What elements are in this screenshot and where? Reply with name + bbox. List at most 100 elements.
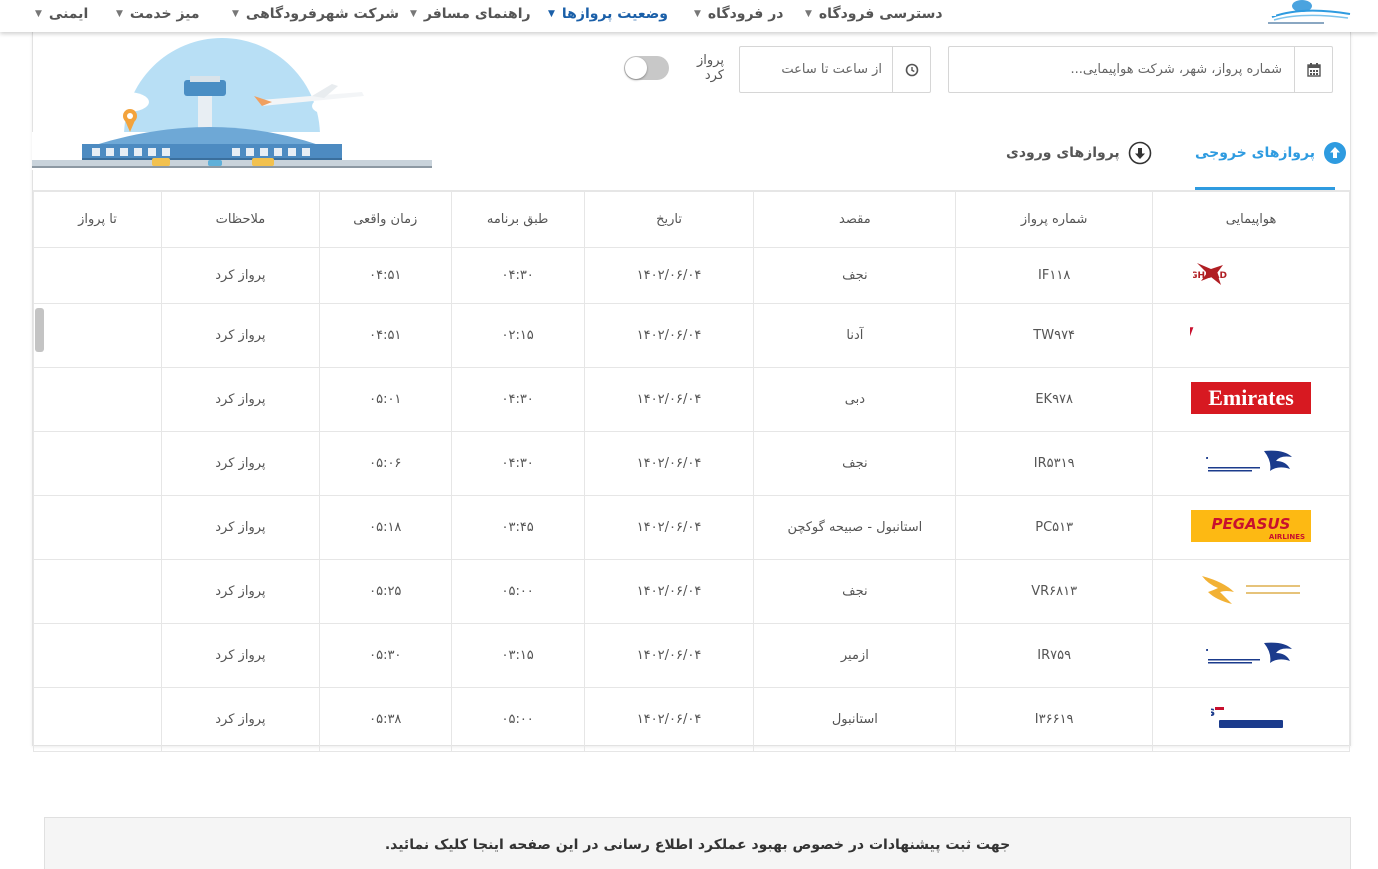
tab-departures[interactable]: پروازهای خروجی <box>1195 138 1347 168</box>
table-row[interactable]: VR۶۸۱۳ نجف ۱۴۰۲/۰۶/۰۴ ۰۵:۰۰ ۰۵:۲۵ پرواز … <box>33 559 1350 624</box>
time-range-input[interactable] <box>742 47 890 92</box>
ata-airlines-logo-icon: ATAirlines <box>1142 705 1284 728</box>
scheduled-time: ۰۴:۳۰ <box>450 431 585 496</box>
toggle-knob <box>625 57 647 79</box>
flight-search-box <box>948 46 1333 93</box>
nav-service-desk[interactable]: میز خدمت ▼ <box>116 2 200 26</box>
table-header-row: هواپیمایی شماره پرواز مقصد تاریخ طبق برن… <box>33 191 1350 248</box>
table-scrollbar-thumb[interactable] <box>35 308 44 352</box>
flight-number: I۳۶۶۱۹ <box>955 687 1154 752</box>
airline-logo-cell: IranAir <box>1152 431 1350 496</box>
actual-time: ۰۴:۵۱ <box>318 303 452 368</box>
nav-label: شرکت شهرفرودگاهی <box>245 6 399 22</box>
ikia-logo[interactable] <box>1262 0 1352 30</box>
header-actual: زمان واقعی <box>318 191 452 248</box>
flight-number: PC۵۱۳ <box>955 495 1154 560</box>
svg-text:AIRLINES: AIRLINES <box>1269 533 1305 541</box>
status: پرواز کرد <box>160 559 320 624</box>
flight-number: EK۹۷۸ <box>955 367 1154 432</box>
nav-airport-access[interactable]: دسترسی فرودگاه ▼ <box>805 2 943 26</box>
iranair-logo-icon: IranAir <box>1162 450 1293 471</box>
destination: ازمیر <box>753 623 957 688</box>
airline-logo-cell: PEGASUS AIRLINES <box>1152 495 1350 560</box>
svg-text:FLY BAGHDAD: FLY BAGHDAD <box>1193 271 1227 281</box>
scheduled-time: ۰۵:۰۰ <box>450 559 585 624</box>
date: ۱۴۰۲/۰۶/۰۴ <box>583 303 755 368</box>
gate <box>33 303 162 368</box>
destination: استانبول - صبیحه گوکچن <box>753 495 957 560</box>
actual-time: ۰۵:۰۶ <box>318 431 452 496</box>
actual-time: ۰۵:۳۸ <box>318 687 452 752</box>
nav-safety[interactable]: ایمنی ▼ <box>35 2 88 26</box>
status: پرواز کرد <box>160 495 320 560</box>
nav-label: وضعیت پروازها <box>561 6 668 22</box>
status: پرواز کرد <box>160 247 320 304</box>
airline-logo-cell: Emirates <box>1152 367 1350 432</box>
chevron-down-icon: ▼ <box>694 9 701 19</box>
table-row[interactable]: FLY BAGHDAD IF۱۱۸ نجف ۱۴۰۲/۰۶/۰۴ ۰۴:۳۰ ۰… <box>33 247 1350 304</box>
table-row[interactable]: PEGASUS AIRLINES PC۵۱۳ استانبول - صبیحه … <box>33 495 1350 560</box>
status: پرواز کرد <box>160 687 320 752</box>
header-airline: هواپیمایی <box>1152 191 1350 248</box>
gate <box>33 495 162 560</box>
scheduled-time: ۰۳:۱۵ <box>450 623 585 688</box>
gate <box>33 687 162 752</box>
departed-toggle[interactable] <box>624 56 669 80</box>
destination: آدنا <box>753 303 957 368</box>
emirates-logo-icon: Emirates <box>1191 381 1312 414</box>
table-row[interactable]: IranAir IR۵۳۱۹ نجف ۱۴۰۲/۰۶/۰۴ ۰۴:۳۰ ۰۵:۰… <box>33 431 1350 496</box>
date: ۱۴۰۲/۰۶/۰۴ <box>583 367 755 432</box>
date: ۱۴۰۲/۰۶/۰۴ <box>583 431 755 496</box>
actual-time: ۰۵:۳۰ <box>318 623 452 688</box>
chevron-down-icon: ▼ <box>232 9 239 19</box>
iranair-logo-icon: IranAir <box>1162 642 1293 663</box>
header-destination: مقصد <box>753 191 957 248</box>
varesh-logo-icon <box>1202 575 1301 604</box>
airline-logo-cell: FLY BAGHDAD <box>1152 247 1350 304</box>
status: پرواز کرد <box>160 367 320 432</box>
tab-arrivals[interactable]: پروازهای ورودی <box>1006 138 1152 168</box>
scheduled-time: ۰۵:۰۰ <box>450 687 585 752</box>
status: پرواز کرد <box>160 431 320 496</box>
fly-baghdad-logo-icon: FLY BAGHDAD <box>1156 262 1227 285</box>
chevron-down-icon: ▼ <box>410 9 417 19</box>
flight-number: IR۷۵۹ <box>955 623 1154 688</box>
table-row[interactable]: Emirates EK۹۷۸ دبی ۱۴۰۲/۰۶/۰۴ ۰۴:۳۰ ۰۵:۰… <box>33 367 1350 432</box>
nav-passenger-guide[interactable]: راهنمای مسافر ▼ <box>410 2 531 26</box>
clock-icon[interactable] <box>892 47 930 92</box>
svg-text:PEGASUS: PEGASUS <box>1212 515 1291 533</box>
actual-time: ۰۵:۱۸ <box>318 495 452 560</box>
flight-search-input[interactable] <box>952 47 1292 92</box>
airport-illustration <box>32 36 432 234</box>
airline-logo-cell <box>1152 559 1350 624</box>
chevron-down-icon: ▼ <box>35 9 42 19</box>
date: ۱۴۰۲/۰۶/۰۴ <box>583 687 755 752</box>
feedback-banner-text[interactable]: جهت ثبت پیشنهادات در خصوص بهبود عملکرد ا… <box>385 837 1010 853</box>
flight-number: IF۱۱۸ <box>955 247 1154 304</box>
flight-number: VR۶۸۱۳ <box>955 559 1154 624</box>
feedback-banner[interactable]: جهت ثبت پیشنهادات در خصوص بهبود عملکرد ا… <box>44 817 1351 869</box>
calendar-icon[interactable] <box>1294 47 1332 92</box>
table-row[interactable]: ATAirlines I۳۶۶۱۹ استانبول ۱۴۰۲/۰۶/۰۴ ۰۵… <box>33 687 1350 752</box>
nav-label: دسترسی فرودگاه <box>818 6 943 22</box>
date: ۱۴۰۲/۰۶/۰۴ <box>583 559 755 624</box>
airline-logo-cell: t’way <box>1102 303 1350 368</box>
nav-at-airport[interactable]: در فرودگاه ▼ <box>694 2 783 26</box>
nav-airport-city-company[interactable]: شرکت شهرفرودگاهی ▼ <box>232 2 399 26</box>
date: ۱۴۰۲/۰۶/۰۴ <box>583 495 755 560</box>
gate <box>33 367 162 432</box>
svg-text:IranAir: IranAir <box>1206 453 1208 467</box>
nav-label: میز خدمت <box>129 6 200 22</box>
gate <box>33 559 162 624</box>
destination: استانبول <box>753 687 957 752</box>
table-row[interactable]: IranAir IR۷۵۹ ازمیر ۱۴۰۲/۰۶/۰۴ ۰۳:۱۵ ۰۵:… <box>33 623 1350 688</box>
scheduled-time: ۰۴:۳۰ <box>450 367 585 432</box>
gate <box>33 247 162 304</box>
time-range-box <box>739 46 931 93</box>
svg-text:t’way: t’way <box>1190 317 1194 352</box>
nav-flight-status[interactable]: وضعیت پروازها ▼ <box>548 2 668 26</box>
flight-number: IR۵۳۱۹ <box>955 431 1154 496</box>
pegasus-logo-icon: PEGASUS AIRLINES <box>1191 509 1312 542</box>
table-row[interactable]: t’way TW۹۷۴ آدنا ۱۴۰۲/۰۶/۰۴ ۰۲:۱۵ ۰۴:۵۱ … <box>33 303 1350 368</box>
arrow-down-circle-icon <box>1128 141 1151 165</box>
